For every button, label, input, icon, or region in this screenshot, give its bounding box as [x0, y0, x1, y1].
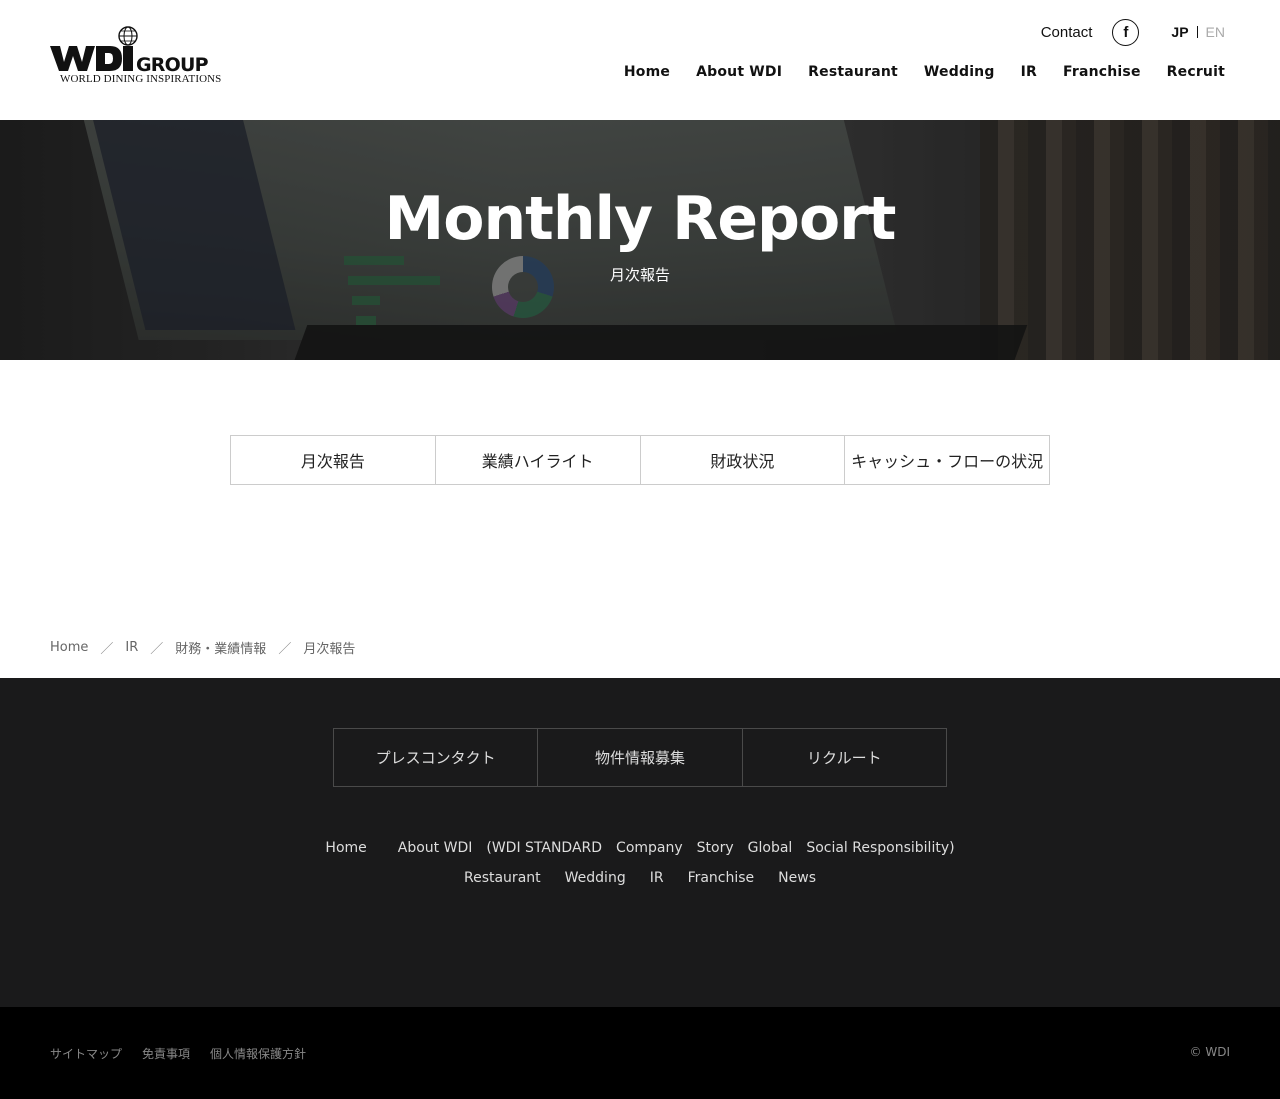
page-subtitle: 月次報告: [609, 266, 670, 284]
disclaimer-link[interactable]: 免責事項: [142, 1045, 190, 1062]
footer-nav-row-2: Restaurant Wedding IR Franchise News: [0, 870, 1280, 886]
footer-link-social-responsibility[interactable]: Social Responsibility): [806, 840, 954, 856]
footer-link-franchise[interactable]: Franchise: [688, 870, 755, 886]
footer-link-global[interactable]: Global: [748, 840, 793, 856]
site-footer: プレスコンタクト 物件情報募集 リクルート Home About WDI (WD…: [0, 678, 1280, 1008]
nav-ir[interactable]: IR: [1021, 64, 1037, 80]
breadcrumb-separator: ／: [150, 642, 164, 657]
footer-nav: Home About WDI (WDI STANDARD Company Sto…: [0, 840, 1280, 900]
press-contact-button[interactable]: プレスコンタクト: [333, 728, 539, 787]
contact-link[interactable]: Contact: [1041, 24, 1093, 41]
footer-link-ir[interactable]: IR: [650, 870, 664, 886]
legal-links: サイトマップ 免責事項 個人情報保護方針: [50, 1045, 326, 1062]
lang-jp[interactable]: JP: [1171, 24, 1188, 40]
footer-link-story[interactable]: Story: [697, 840, 734, 856]
footer-bottom-bar: サイトマップ 免責事項 個人情報保護方針 © WDI: [0, 1007, 1280, 1099]
tab-performance-highlights[interactable]: 業績ハイライト: [434, 436, 640, 484]
tab-financial-position[interactable]: 財政状況: [639, 436, 845, 484]
copyright: © WDI: [1189, 1045, 1230, 1059]
site-header: GROUP WORLD DINING INSPIRATIONS Contact …: [0, 0, 1280, 120]
breadcrumb-financial-info[interactable]: 財務・業績情報: [175, 638, 266, 657]
wdi-group-logo[interactable]: GROUP WORLD DINING INSPIRATIONS: [50, 26, 240, 88]
logo-tagline: WORLD DINING INSPIRATIONS: [60, 73, 222, 85]
footer-link-restaurant[interactable]: Restaurant: [464, 870, 541, 886]
footer-link-home[interactable]: Home: [325, 840, 366, 856]
breadcrumb: Home ／ IR ／ 財務・業績情報 ／ 月次報告: [50, 638, 355, 657]
breadcrumb-ir[interactable]: IR: [125, 640, 138, 655]
facebook-icon[interactable]: f: [1112, 18, 1140, 46]
hero-banner: Monthly Report 月次報告: [0, 120, 1280, 360]
footer-link-wdi-standard[interactable]: (WDI STANDARD: [486, 840, 602, 856]
ir-subnav-tabs: 月次報告 業績ハイライト 財政状況 キャッシュ・フローの状況: [230, 435, 1050, 485]
language-switcher: JP EN: [1171, 24, 1225, 40]
footer-link-wedding[interactable]: Wedding: [565, 870, 626, 886]
main-nav: Home About WDI Restaurant Wedding IR Fra…: [598, 64, 1225, 80]
breadcrumb-home[interactable]: Home: [50, 640, 88, 655]
nav-restaurant[interactable]: Restaurant: [808, 64, 898, 80]
lang-divider: [1196, 26, 1198, 38]
footer-link-company[interactable]: Company: [616, 840, 683, 856]
tab-cash-flow[interactable]: キャッシュ・フローの状況: [844, 436, 1049, 484]
nav-recruit[interactable]: Recruit: [1167, 64, 1225, 80]
footer-link-about-wdi[interactable]: About WDI: [398, 840, 473, 856]
nav-wedding[interactable]: Wedding: [924, 64, 995, 80]
sitemap-link[interactable]: サイトマップ: [50, 1045, 122, 1062]
footer-nav-row-1: Home About WDI (WDI STANDARD Company Sto…: [0, 840, 1280, 856]
page-title: Monthly Report: [384, 184, 897, 254]
utility-bar: Contact f JP EN: [1041, 18, 1225, 46]
breadcrumb-current: 月次報告: [303, 642, 356, 657]
property-info-button[interactable]: 物件情報募集: [537, 728, 743, 787]
breadcrumb-separator: ／: [100, 642, 114, 657]
nav-home[interactable]: Home: [624, 64, 670, 80]
nav-franchise[interactable]: Franchise: [1063, 64, 1141, 80]
recruit-button[interactable]: リクルート: [741, 728, 947, 787]
footer-button-group: プレスコンタクト 物件情報募集 リクルート: [333, 728, 947, 787]
footer-link-news[interactable]: News: [778, 870, 816, 886]
breadcrumb-separator: ／: [278, 642, 292, 657]
nav-about-wdi[interactable]: About WDI: [696, 64, 782, 80]
privacy-policy-link[interactable]: 個人情報保護方針: [210, 1045, 306, 1062]
tab-monthly-report[interactable]: 月次報告: [231, 436, 435, 484]
lang-en[interactable]: EN: [1206, 24, 1225, 40]
